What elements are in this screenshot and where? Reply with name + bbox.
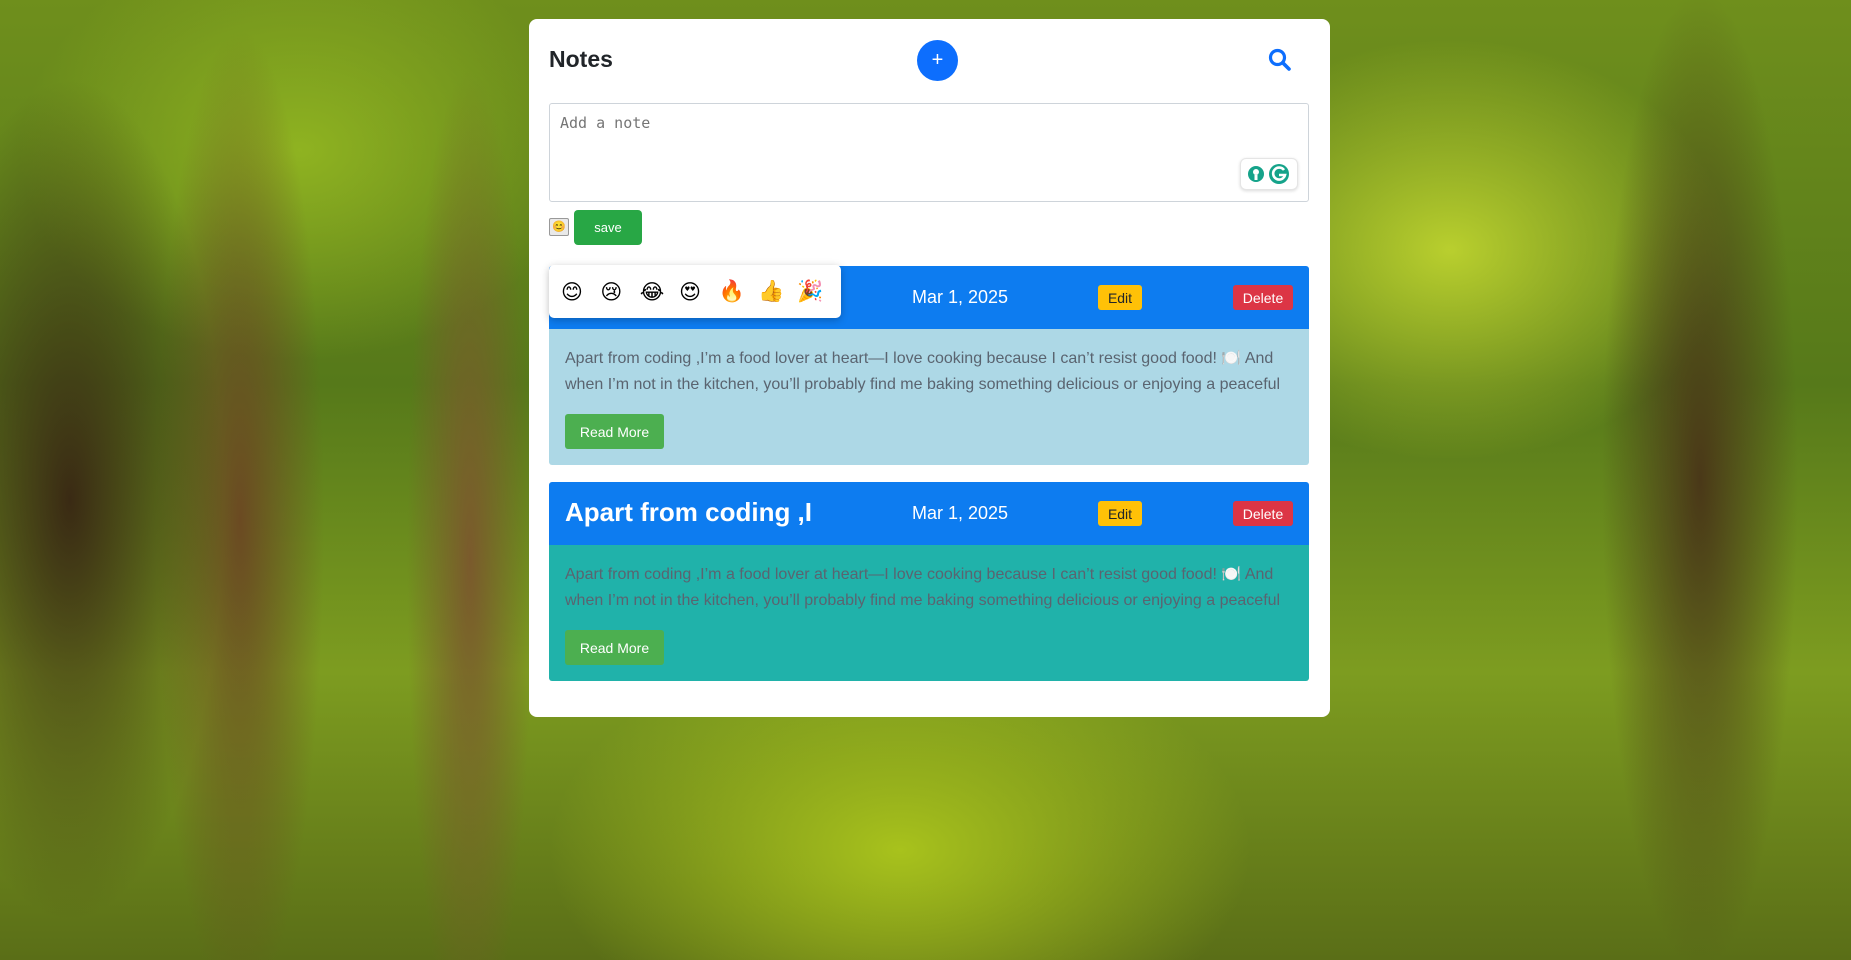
note-body: Apart from coding ,I’m a food lover at h… — [549, 329, 1309, 465]
note-text: Apart from coding ,I’m a food lover at h… — [565, 566, 1281, 609]
search-button[interactable] — [1267, 47, 1293, 73]
emoji-option-heart-eyes[interactable]: 😍 — [679, 280, 718, 304]
emoji-picker-toggle[interactable]: 😊 — [549, 218, 569, 236]
save-button[interactable]: save — [574, 210, 642, 245]
edit-button[interactable]: Edit — [1098, 285, 1142, 310]
emoji-option-laugh[interactable]: 😂 — [640, 280, 679, 304]
note-date: Mar 1, 2025 — [912, 287, 1009, 307]
delete-button[interactable]: Delete — [1233, 501, 1293, 526]
note-input[interactable] — [549, 103, 1309, 202]
emoji-option-thumbs-up[interactable]: 👍 — [758, 279, 797, 304]
search-icon — [1268, 48, 1291, 71]
note-card: Apart from coding ,I Mar 1, 2025 Edit De… — [549, 482, 1309, 681]
read-more-button[interactable]: Read More — [565, 630, 664, 665]
note-date: Mar 1, 2025 — [912, 503, 1009, 523]
emoji-option-fire[interactable]: 🔥 — [719, 279, 758, 304]
read-more-button[interactable]: Read More — [565, 414, 664, 449]
emoji-option-smile[interactable]: 😊 — [561, 280, 600, 304]
note-body: Apart from coding ,I’m a food lover at h… — [549, 545, 1309, 681]
add-note-button[interactable]: + — [917, 40, 958, 81]
grammarly-widget[interactable] — [1240, 158, 1298, 190]
emoji-option-sad[interactable]: 😢 — [600, 280, 639, 304]
notes-card: Notes + 😊 save Mar 1, 2025 Edit Delete A… — [529, 19, 1330, 717]
note-text: Apart from coding ,I’m a food lover at h… — [565, 350, 1281, 393]
grammarly-icon — [1248, 164, 1289, 184]
note-title: Apart from coding ,I — [565, 497, 812, 527]
delete-button[interactable]: Delete — [1233, 285, 1293, 310]
page-title: Notes — [549, 46, 613, 72]
note-header: Apart from coding ,I Mar 1, 2025 Edit De… — [549, 482, 1309, 545]
emoji-option-party[interactable]: 🎉 — [797, 279, 836, 304]
edit-button[interactable]: Edit — [1098, 501, 1142, 526]
emoji-reaction-picker: 😊 😢 😂 😍 🔥 👍 🎉 — [549, 265, 841, 318]
